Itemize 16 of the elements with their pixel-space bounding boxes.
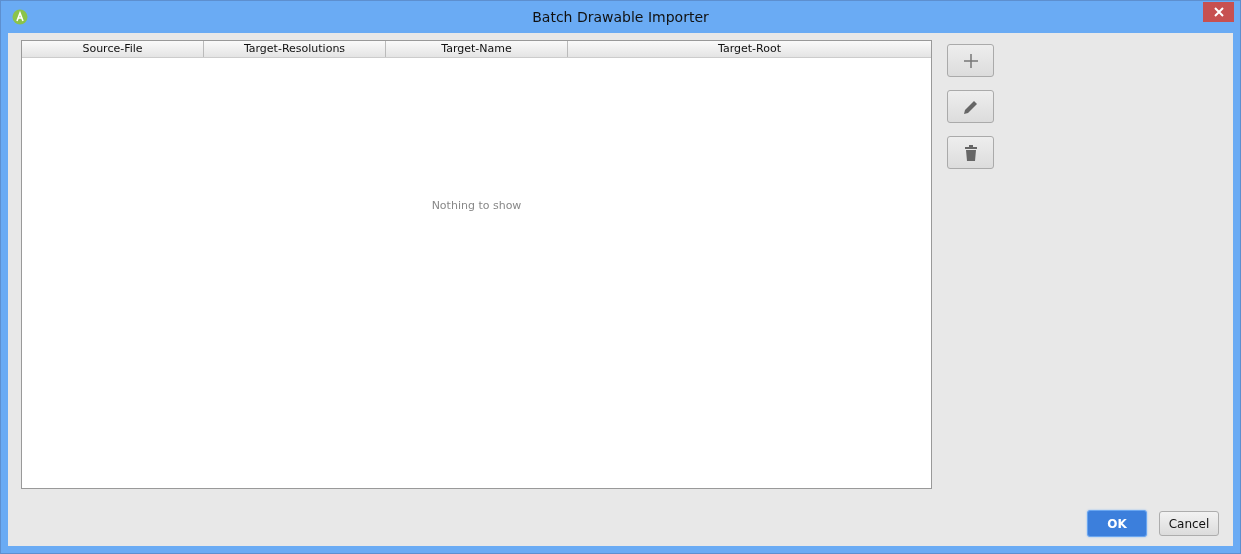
- plus-icon: [962, 52, 979, 69]
- empty-message: Nothing to show: [431, 199, 522, 213]
- add-button[interactable]: [947, 44, 994, 77]
- edit-button[interactable]: [947, 90, 994, 123]
- cancel-button[interactable]: Cancel: [1159, 511, 1219, 536]
- close-button[interactable]: [1203, 2, 1234, 22]
- column-header[interactable]: Target-Name: [386, 41, 568, 57]
- column-header[interactable]: Target-Resolutions: [204, 41, 386, 57]
- close-icon: [1213, 7, 1224, 17]
- trash-icon: [963, 143, 978, 162]
- android-icon: [12, 9, 28, 25]
- ok-button[interactable]: OK: [1087, 510, 1147, 537]
- column-header[interactable]: Source-File: [22, 41, 204, 57]
- column-header[interactable]: Target-Root: [568, 41, 931, 57]
- delete-button[interactable]: [947, 136, 994, 169]
- window-title: Batch Drawable Importer: [532, 9, 709, 25]
